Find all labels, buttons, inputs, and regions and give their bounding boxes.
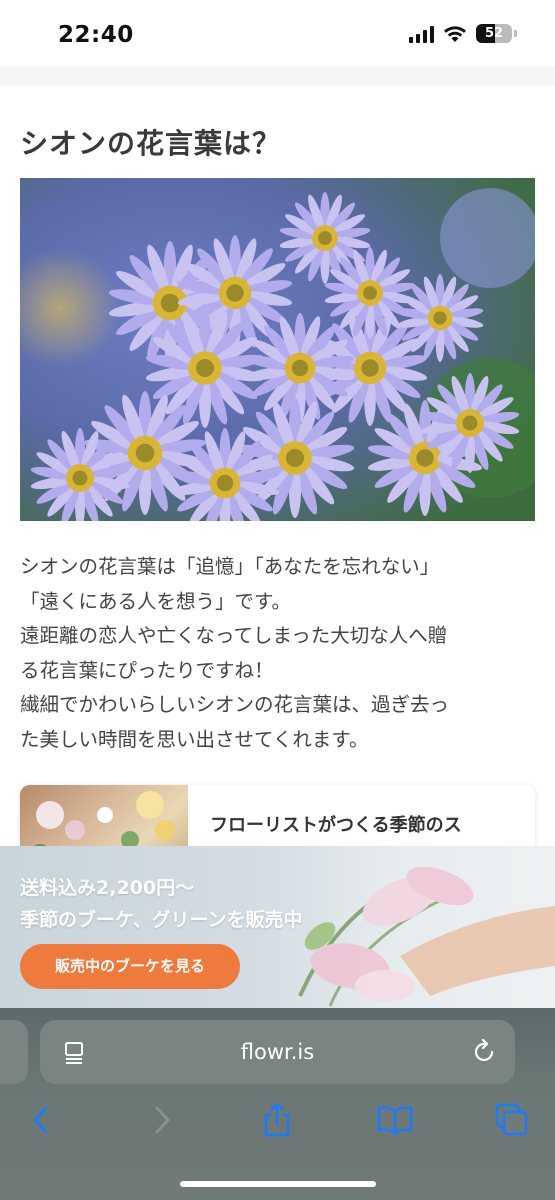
paragraph-line: 繊細でかわいらしいシオンの花言葉は、過ぎ去っ (20, 693, 450, 716)
tabs-button[interactable] (490, 1098, 534, 1142)
back-icon (33, 1106, 48, 1134)
wifi-icon (444, 25, 466, 42)
browser-toolbar: flowr.is (0, 1008, 555, 1200)
bookmarks-icon (377, 1106, 413, 1135)
browser-nav-row (0, 1098, 555, 1142)
cellular-signal-icon (409, 25, 434, 43)
paragraph-line: 「遠くにある人を想う」です。 (20, 589, 292, 613)
previous-tab-preview[interactable] (0, 1020, 28, 1084)
back-button[interactable] (19, 1098, 63, 1142)
paragraph-line: シオンの花言葉は「追憶」「あなたを忘れない」 (20, 555, 440, 578)
page-top-divider (0, 66, 555, 86)
url-text[interactable]: flowr.is (40, 1020, 515, 1084)
paragraph-line: 遠距離の恋人や亡くなってしまった大切な人へ贈 (20, 624, 448, 647)
home-indicator (180, 1181, 376, 1187)
promo-price-line: 送料込み2,200円〜 (20, 877, 195, 899)
promo-text: 送料込み2,200円〜 季節のブーケ、グリーンを販売中 (20, 872, 303, 936)
view-bouquets-button[interactable]: 販売中のブーケを見る (20, 944, 240, 989)
battery-percent: 52 (484, 26, 504, 41)
forward-button[interactable] (140, 1098, 184, 1142)
status-bar: 22:40 52 (0, 0, 555, 66)
reload-icon[interactable] (471, 1039, 497, 1065)
paragraph-line: る花言葉にぴったりですね！ (20, 658, 274, 682)
battery-icon: 52 (476, 24, 512, 43)
article-heading: シオンの花言葉は？ (20, 127, 282, 160)
paragraph-line: た美しい時間を思い出させてくれます。 (20, 727, 369, 751)
share-icon (264, 1102, 290, 1137)
battery-tip (514, 30, 517, 37)
article-paragraph: シオンの花言葉は「追憶」「あなたを忘れない」 「遠くにある人を想う」です。 遠距… (20, 550, 535, 757)
tabs-icon (495, 1103, 528, 1136)
hero-image-aster-flowers (20, 178, 535, 521)
forward-icon (155, 1106, 170, 1134)
status-icons: 52 (409, 24, 517, 43)
aster-flowers-illustration (20, 178, 535, 521)
promo-description-line: 季節のブーケ、グリーンを販売中 (20, 909, 303, 931)
share-button[interactable] (255, 1098, 299, 1142)
bookmarks-button[interactable] (373, 1098, 417, 1142)
address-bar[interactable]: flowr.is (40, 1020, 515, 1084)
promo-banner[interactable]: 送料込み2,200円〜 季節のブーケ、グリーンを販売中 販売中のブーケを見る (0, 846, 555, 1008)
status-time: 22:40 (58, 22, 134, 48)
related-article-title: フローリストがつくる季節のス (210, 815, 462, 836)
